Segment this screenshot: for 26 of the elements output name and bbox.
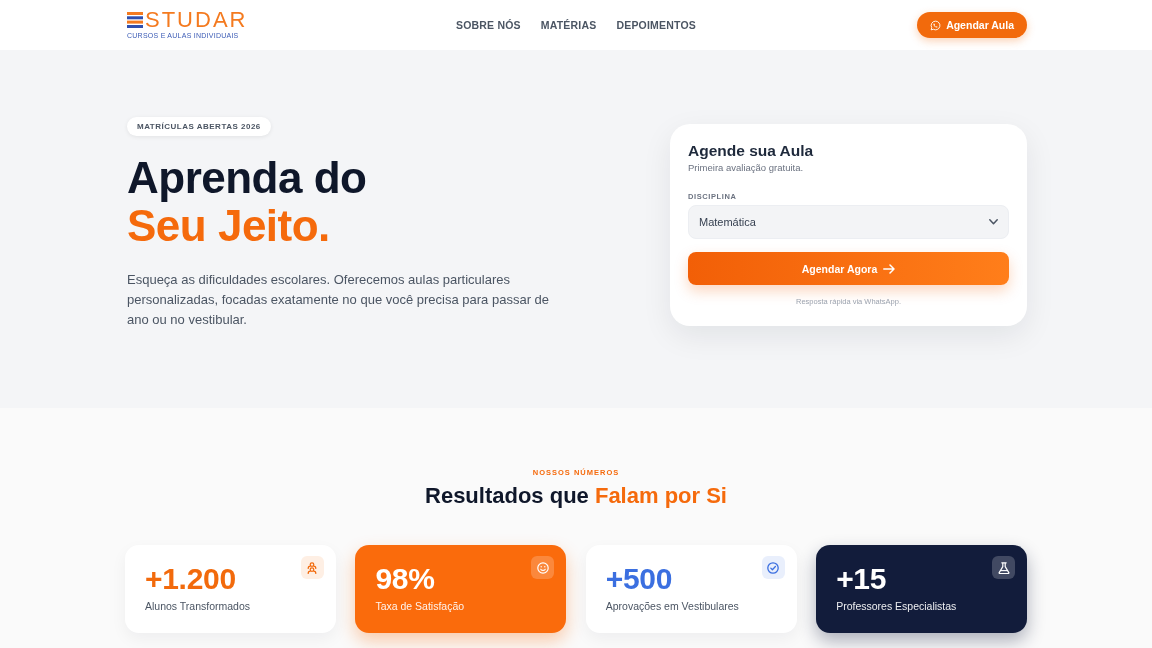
stat-label: Professores Especialistas <box>836 599 957 613</box>
stat-label: Alunos Transformados <box>145 599 251 613</box>
stat-value: +500 <box>605 562 673 595</box>
logo-bars-icon <box>127 12 143 28</box>
flask-icon <box>992 556 1015 579</box>
nav-link[interactable]: DEPOIMENTOS <box>616 19 697 31</box>
subject-select[interactable]: Matemática <box>688 205 1009 239</box>
smile-icon <box>531 556 555 579</box>
nav-link[interactable]: SOBRE NÓS <box>455 19 521 31</box>
arrow-right-icon <box>883 263 896 274</box>
stat-value: +1.200 <box>145 562 236 595</box>
form-title: Agende sua Aula <box>688 141 814 161</box>
hero-description: Esqueça as dificuldades escolares. Oferecemos aulas particulares personalizadas, focadas exatamente no que você precisa para passar de ano ou no vestibular. <box>127 271 551 329</box>
logo-wordmark: STUDAR <box>145 10 248 30</box>
section-title: Resultados que Falam por Si <box>425 482 727 510</box>
hero-headline: Aprenda do Seu Jeito. <box>127 154 367 250</box>
stat-label: Taxa de Satisfação <box>375 599 465 613</box>
whatsapp-icon <box>930 19 942 31</box>
stat-value: +15 <box>836 562 887 595</box>
stat-label: Aprovações em Vestibulares <box>605 599 739 613</box>
stat-value: 98% <box>375 562 435 595</box>
form-subtitle: Primeira avaliação gratuita. <box>688 162 804 174</box>
users-icon <box>300 556 324 579</box>
chevron-down-icon <box>989 219 998 225</box>
enrollment-badge: MATRÍCULAS ABERTAS 2026 <box>127 117 271 136</box>
nav-link[interactable]: MATÉRIAS <box>540 19 597 31</box>
